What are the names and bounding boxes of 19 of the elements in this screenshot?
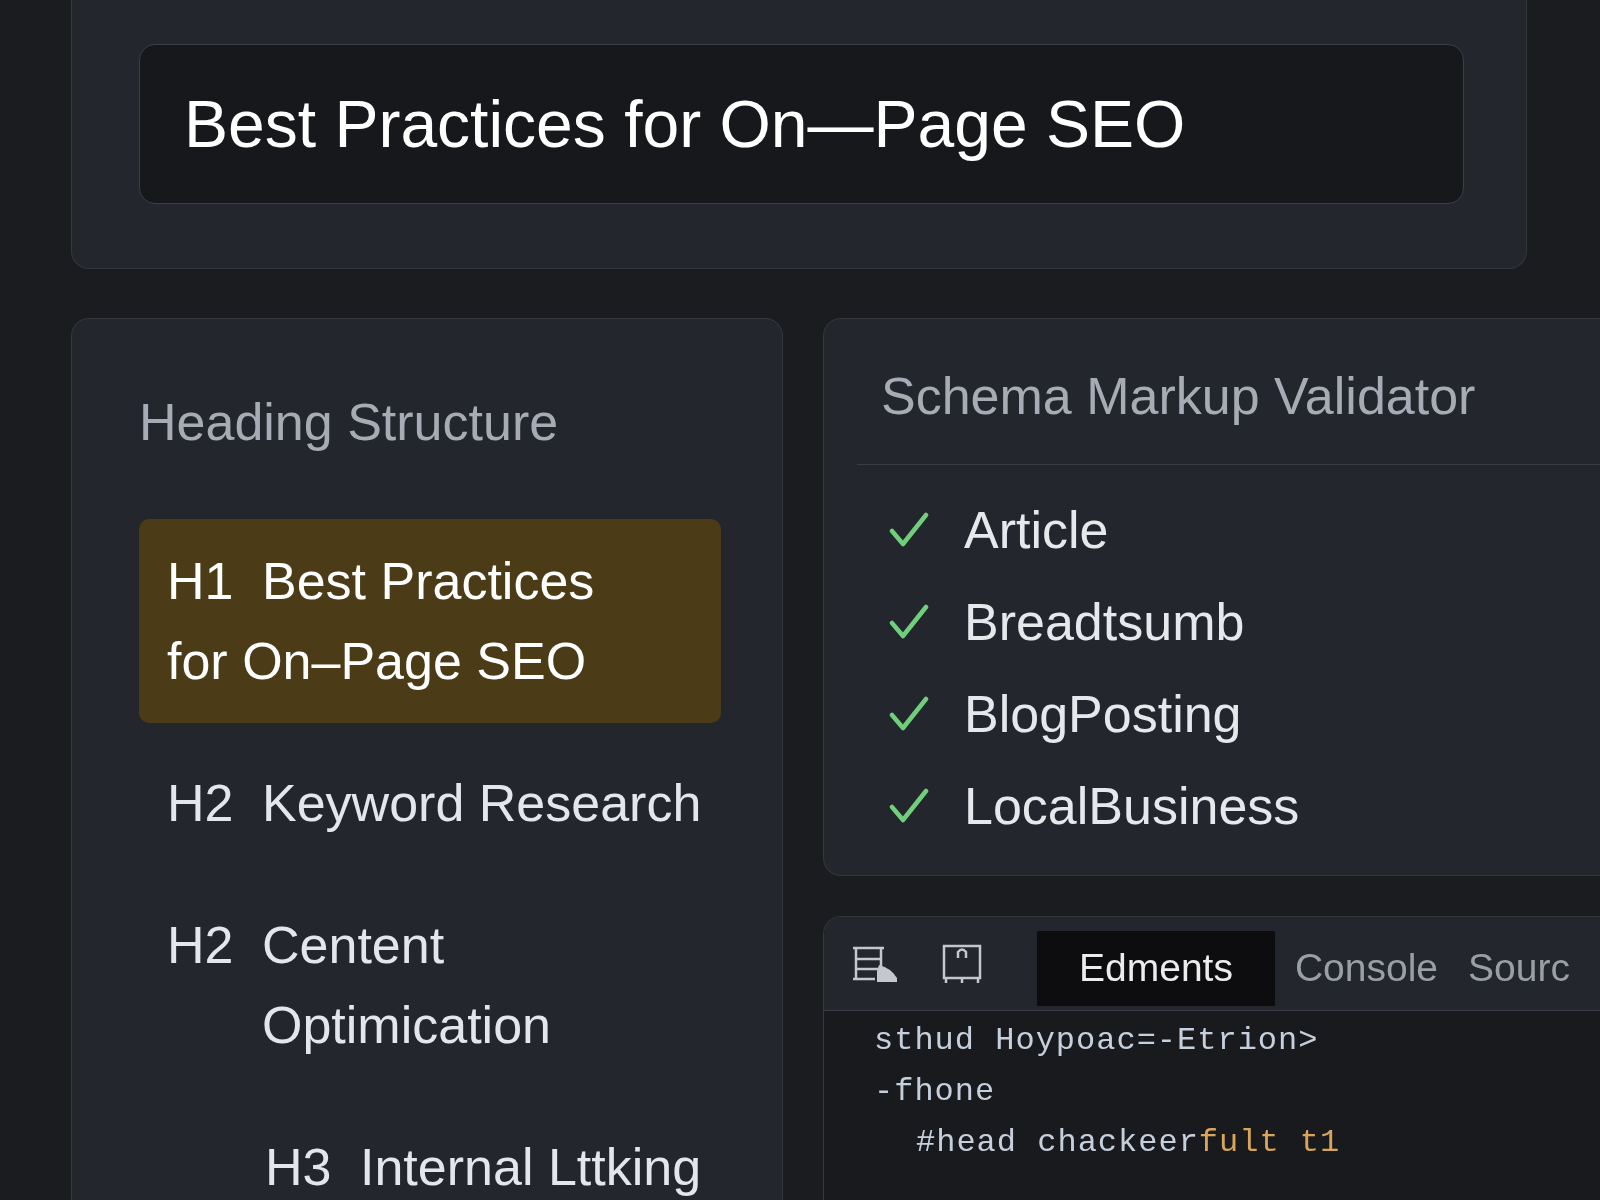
schema-type-label: Breadtsumb <box>964 592 1245 652</box>
panel-title: Schema Markup Validator <box>881 366 1476 426</box>
code-line: -fhone <box>874 1072 996 1112</box>
panel-title: Heading Structure <box>139 392 559 452</box>
frame-stand-icon[interactable] <box>942 943 982 984</box>
heading-item[interactable]: H2 Centent Optimication <box>139 883 721 1087</box>
heading-item[interactable]: H2 Keyword Research <box>139 741 721 865</box>
schema-type-label: Article <box>964 500 1109 560</box>
title-input[interactable]: Best Practices for On—Page SEO <box>139 44 1464 204</box>
table-pointer-icon[interactable] <box>851 944 898 983</box>
code-line: sthud Hoypoac=-Etrion> <box>874 1021 1319 1061</box>
devtools-tab[interactable]: Edments <box>1037 931 1275 1006</box>
devtools-tab[interactable]: Sourc <box>1448 931 1580 1006</box>
heading-item[interactable]: H1 Best Practices for On–Page SEO <box>139 519 721 723</box>
code-line: #head chackeerfult t1 <box>916 1123 1341 1163</box>
heading-item[interactable]: H3 Internal Lttking <box>237 1105 721 1200</box>
schema-type-label: LocalBusiness <box>964 776 1300 836</box>
devtools-tab[interactable]: Console <box>1274 931 1448 1006</box>
schema-type-label: BlogPosting <box>964 684 1242 744</box>
